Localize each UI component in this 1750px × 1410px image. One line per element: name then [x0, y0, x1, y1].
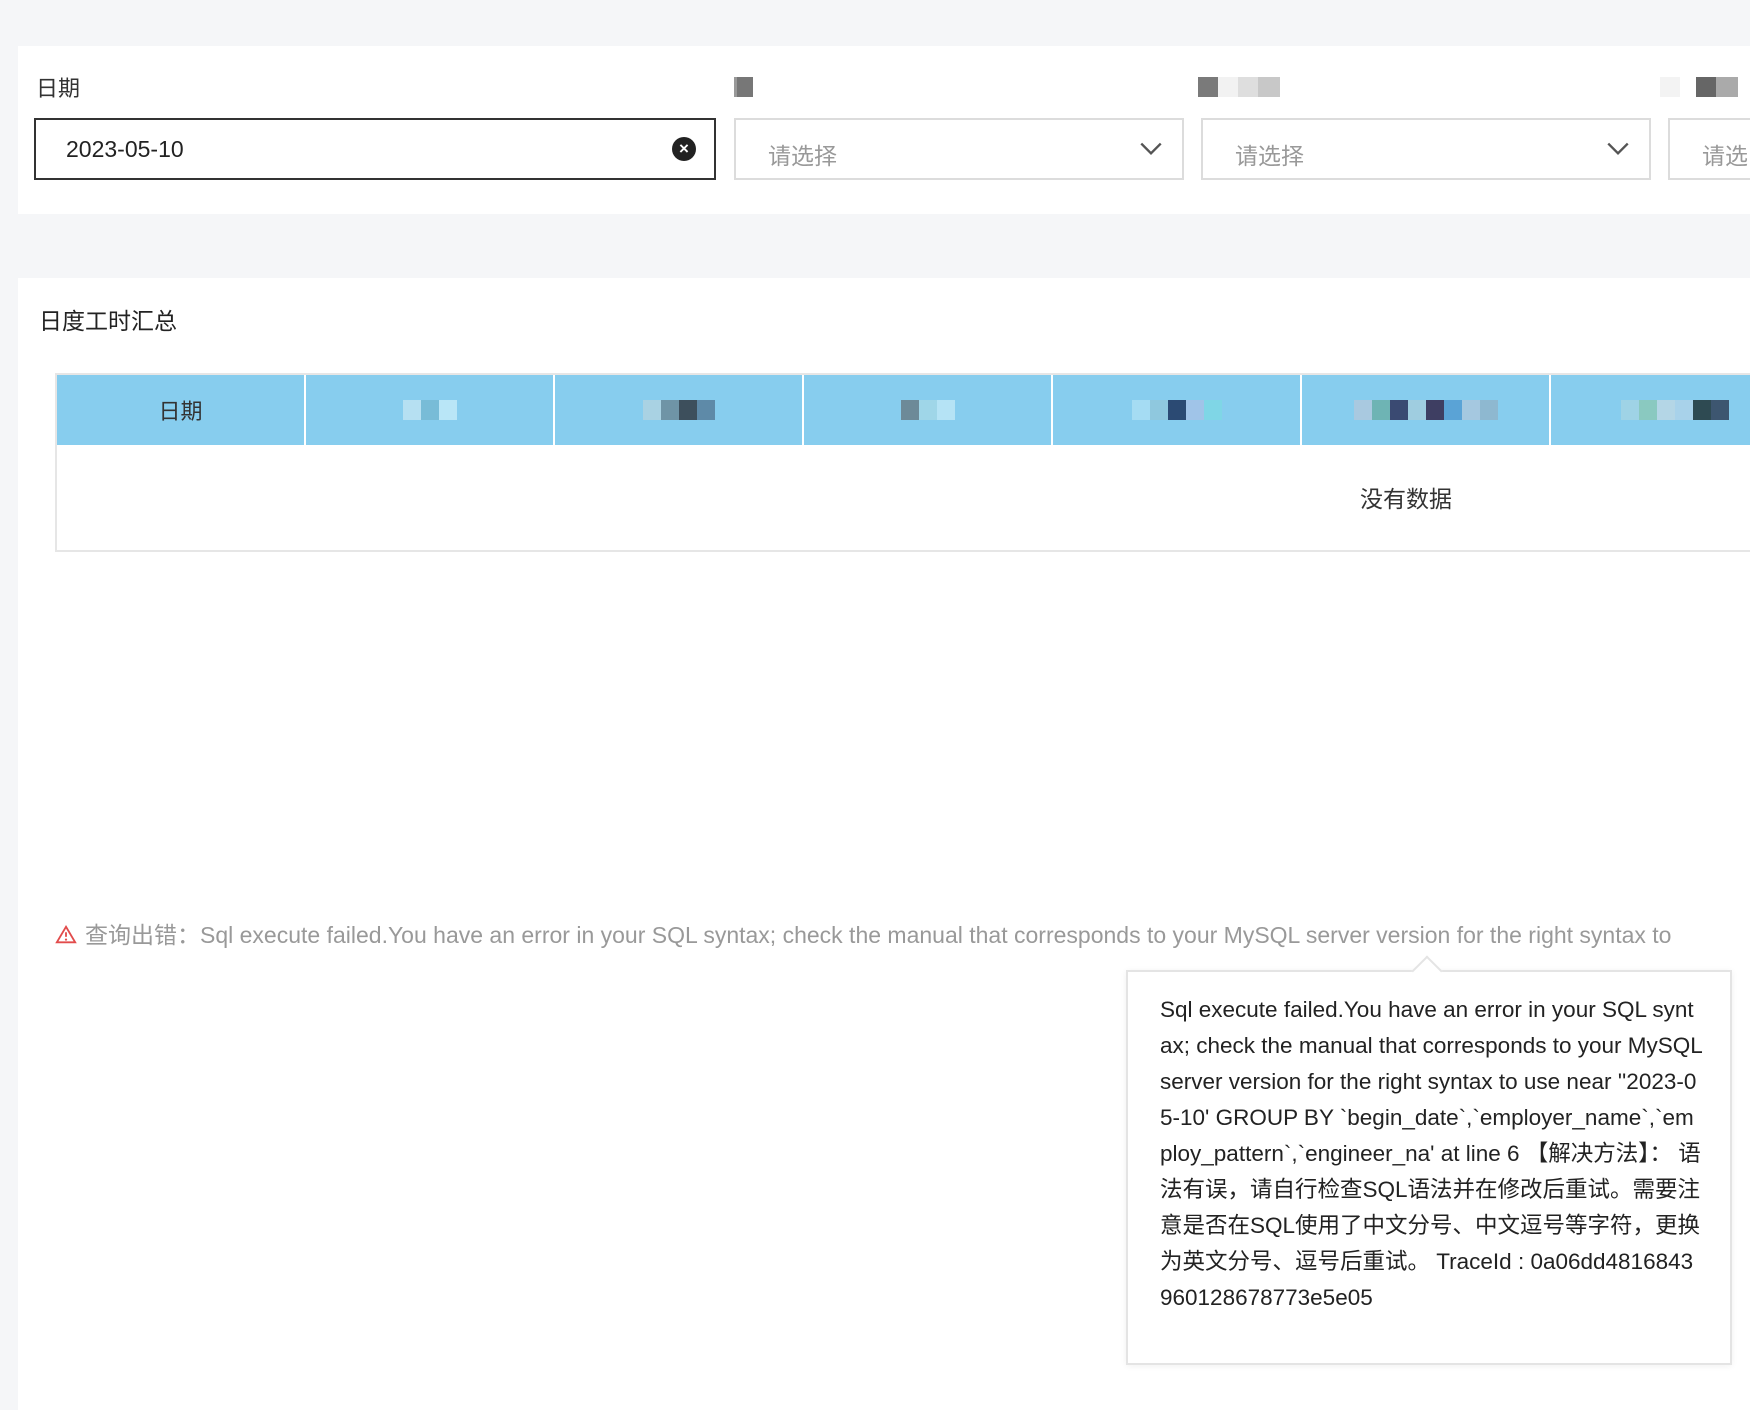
chevron-down-icon	[1140, 142, 1162, 156]
date-filter-label: 日期	[36, 76, 81, 101]
clear-icon[interactable]: ×	[672, 137, 696, 161]
section-title: 日度工时汇总	[39, 308, 177, 334]
filter-select-3[interactable]: 请选	[1668, 118, 1750, 180]
tooltip-text: Sql execute failed.You have an error in …	[1160, 997, 1702, 1310]
report-panel: 日度工时汇总 日期 查询出错：Sql execute failed.You ha…	[18, 278, 1750, 1410]
chevron-down-icon	[1607, 142, 1629, 156]
select-placeholder: 请选	[1702, 143, 1748, 169]
error-prefix: 查询出错：	[85, 922, 200, 948]
error-text: Sql execute failed.You have an error in …	[200, 922, 1672, 948]
date-input[interactable]: 2023-05-10 ×	[34, 118, 716, 180]
column-header-redacted[interactable]	[1302, 375, 1551, 445]
data-table: 日期	[55, 373, 1750, 552]
filter-select-2[interactable]: 请选择	[1201, 118, 1651, 180]
column-header-redacted[interactable]	[804, 375, 1053, 445]
column-header-redacted[interactable]	[555, 375, 804, 445]
warning-icon	[55, 924, 77, 944]
query-error-message[interactable]: 查询出错：Sql execute failed.You have an erro…	[55, 916, 1750, 950]
table-header: 日期	[57, 375, 1750, 445]
column-header-date[interactable]: 日期	[57, 375, 306, 445]
filter-select-1[interactable]: 请选择	[734, 118, 1184, 180]
select-placeholder: 请选择	[1235, 143, 1304, 169]
select-placeholder: 请选择	[768, 143, 837, 169]
column-header-redacted[interactable]	[1053, 375, 1302, 445]
date-value: 2023-05-10	[66, 136, 184, 162]
redacted-filter-label	[734, 77, 753, 97]
redacted-filter-label	[1198, 77, 1280, 97]
column-header-redacted[interactable]	[1551, 375, 1750, 445]
error-tooltip: Sql execute failed.You have an error in …	[1126, 955, 1732, 1365]
column-header-redacted[interactable]	[306, 375, 555, 445]
redacted-filter-label	[1660, 77, 1738, 97]
tooltip-arrow	[1411, 955, 1443, 987]
empty-state-text: 没有数据	[1360, 486, 1452, 512]
filter-panel: 日期 2023-05-10 × 请选择 请选择 请选	[18, 46, 1750, 214]
